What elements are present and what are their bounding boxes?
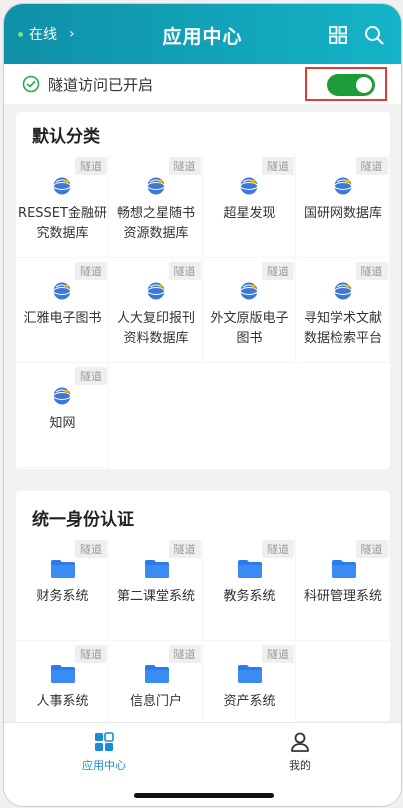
section-title: 默认分类 [32,127,100,147]
app-label: 人大复印报刊资料数据库 [116,311,195,346]
app-label: 汇雅电子图书 [23,311,102,326]
toggle-highlight-box [305,67,387,101]
tunnel-badge: 隧道 [355,540,388,558]
folder-icon [331,560,356,578]
app-tile[interactable]: 隧道汇雅电子图书 [16,259,109,363]
home-indicator [134,793,274,798]
app-tile[interactable]: 隧道超星发现 [203,154,296,258]
app-label: 知网 [49,416,76,431]
app-tile[interactable]: 隧道教务系统 [203,537,296,641]
tunnel-badge: 隧道 [75,157,107,175]
tunnel-badge: 隧道 [262,262,294,280]
tunnel-badge: 隧道 [262,157,294,175]
app-label: 信息门户 [129,694,182,709]
tunnel-badge: 隧道 [75,367,107,385]
globe-icon [146,282,165,300]
globe-icon [240,282,258,300]
tunnel-badge: 隧道 [168,262,201,280]
app-label: 国研网数据库 [303,206,382,221]
app-label: 科研管理系统 [303,589,382,604]
folder-icon [144,560,169,578]
tunnel-badge: 隧道 [168,540,201,558]
globe-icon [53,387,71,405]
app-tile[interactable]: 隧道科研管理系统 [296,537,390,641]
app-label: 畅想之星随书资源数据库 [116,206,195,241]
tunnel-badge: 隧道 [75,645,107,663]
app-label: 人事系统 [36,694,89,709]
app-label: 教务系统 [223,589,276,604]
globe-icon [333,177,352,195]
app-label: 寻知学术文献数据检索平台 [303,311,382,346]
tunnel-badge: 隧道 [262,540,294,558]
app-tile[interactable]: 隧道财务系统 [16,537,109,641]
app-tile[interactable]: 隧道外文原版电子图书 [203,259,296,363]
tunnel-badge: 隧道 [262,645,294,663]
app-header: 在线 › 应用中心 [4,4,401,64]
globe-icon [53,177,71,195]
globe-icon [333,282,352,300]
search-icon[interactable] [363,24,385,46]
app-tile[interactable]: 隧道国研网数据库 [296,154,390,258]
app-tile[interactable]: 隧道 RESSET金融研究数据库 [16,154,109,258]
app-label: 外文原版电子图书 [210,311,289,346]
globe-icon [240,177,258,195]
tunnel-badge: 隧道 [75,540,107,558]
tunnel-status-bar: 隧道访问已开启 [4,64,401,104]
app-tile[interactable]: 隧道知网 [16,364,109,468]
section-default-category: 默认分类 隧道 RESSET金融研究数据库 隧道 畅想之星随书资源数据库 隧道 超星发现隧… [16,112,390,469]
tunnel-badge: 隧道 [168,645,201,663]
check-circle-icon [22,75,40,93]
grid-icon[interactable] [327,24,349,46]
globe-icon [146,177,165,195]
tab-app-center[interactable]: 应用中心 [64,731,144,773]
app-tile[interactable]: 隧道畅想之星随书资源数据库 [109,154,203,258]
section-title: 统一身份认证 [32,510,134,530]
bottom-nav: 应用中心 我的 [4,722,401,806]
apps-icon [95,732,114,751]
app-label: 资产系统 [223,694,276,709]
section-unified-auth: 统一身份认证 隧道 财务系统 隧道 第二课堂系统 隧道 教务系统 隧道 科研管理系统 隧道 人事系… [16,491,390,746]
user-icon [291,732,309,752]
folder-icon [238,665,262,683]
tab-me[interactable]: 我的 [260,731,340,773]
tunnel-badge: 隧道 [168,157,201,175]
tab-label: 应用中心 [82,759,126,772]
tunnel-toggle[interactable] [327,74,375,96]
globe-icon [53,282,71,300]
app-tile[interactable]: 隧道人大复印报刊资料数据库 [109,259,203,363]
folder-icon [51,665,75,683]
folder-icon [238,560,262,578]
tunnel-badge: 隧道 [75,262,107,280]
folder-icon [144,665,169,683]
tunnel-status-text: 隧道访问已开启 [48,75,154,94]
app-label: 财务系统 [36,589,89,604]
tunnel-badge: 隧道 [355,262,388,280]
app-tile[interactable]: 隧道寻知学术文献数据检索平台 [296,259,390,363]
app-label: RESSET金融研究数据库 [18,206,107,241]
toggle-knob [356,77,372,93]
app-tile[interactable]: 隧道第二课堂系统 [109,537,203,641]
app-label: 超星发现 [223,206,276,221]
phone-frame: 在线 › 应用中心 隧道访问已开启 默认分类 隧道 RESSET金融研究数据库 … [3,3,402,807]
tunnel-badge: 隧道 [355,157,388,175]
folder-icon [51,560,75,578]
tab-label: 我的 [289,759,311,772]
app-label: 第二课堂系统 [116,589,195,604]
